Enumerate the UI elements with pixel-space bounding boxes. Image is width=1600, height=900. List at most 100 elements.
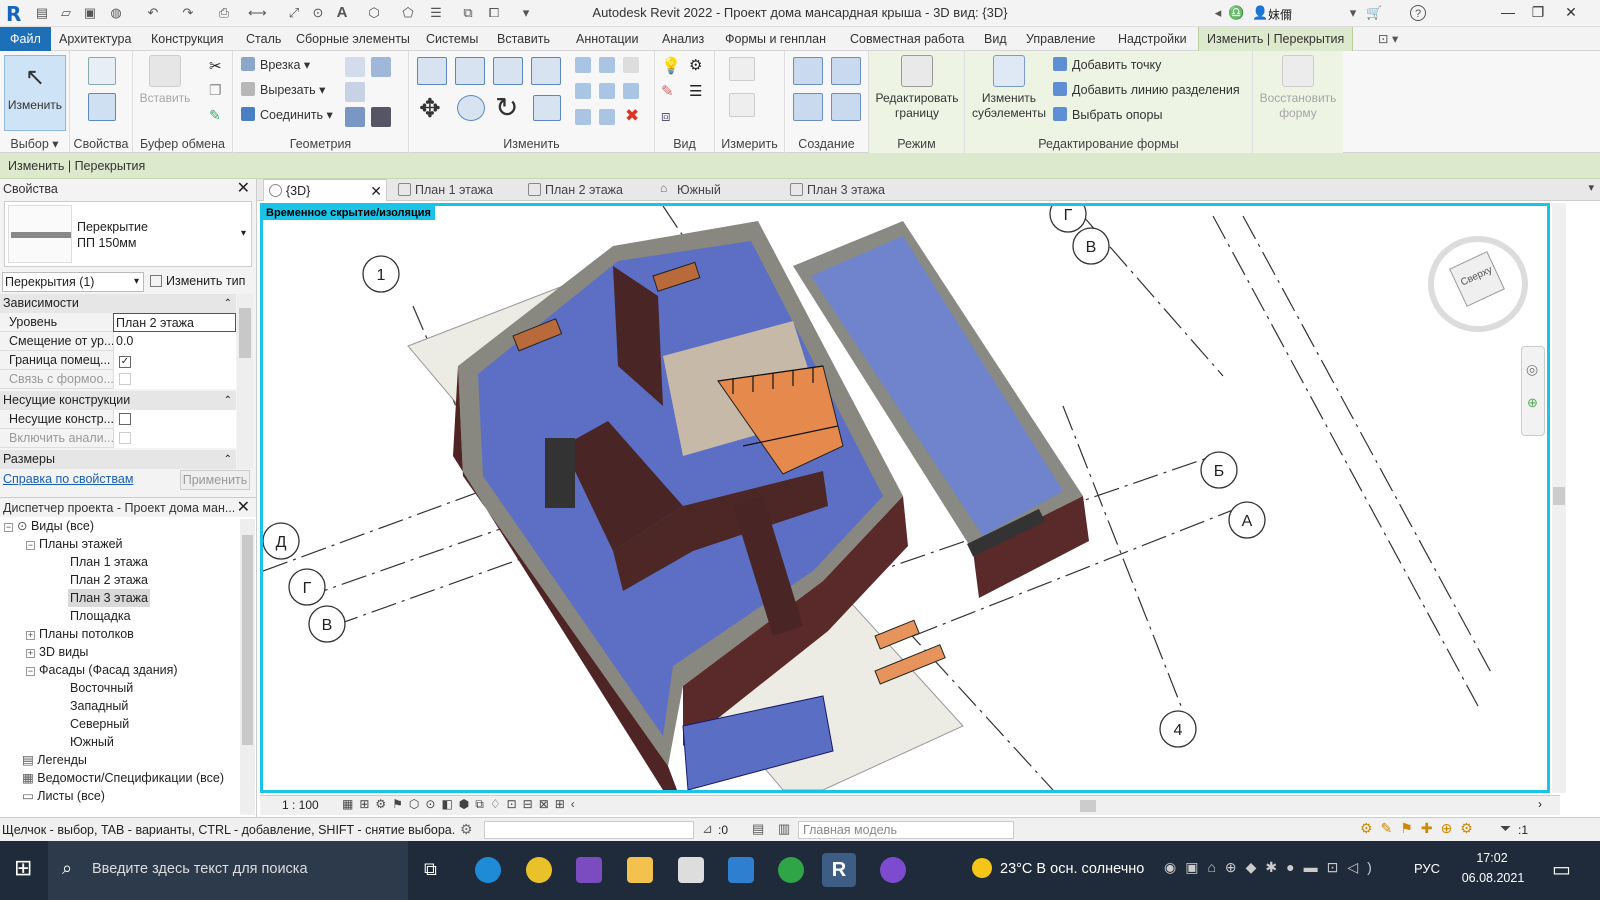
tab-structure[interactable]: Конструкция — [143, 27, 232, 51]
scale-icon[interactable] — [599, 83, 615, 99]
redo-icon[interactable]: ↷ — [180, 5, 196, 21]
wall-joins-icon[interactable] — [345, 82, 365, 102]
group-label-select[interactable]: Выбор ▾ — [0, 136, 69, 151]
scroll-right-icon[interactable]: › — [1538, 797, 1542, 811]
clock-time[interactable]: 17:02 — [1462, 851, 1522, 865]
tag-icon[interactable]: ⊙ — [310, 5, 326, 21]
modify-button[interactable]: ↖ Изменить — [4, 55, 66, 131]
task-view-icon[interactable]: ⧉ — [424, 859, 437, 880]
notifications-icon[interactable]: ▭ — [1552, 857, 1571, 882]
open-icon[interactable]: ▱ — [58, 5, 74, 21]
file-explorer-icon[interactable] — [627, 857, 653, 883]
match-type-icon[interactable]: ✎ — [209, 107, 221, 124]
category-constraints[interactable]: Зависимости ⌃ — [0, 294, 236, 313]
tree-sheets[interactable]: ▭ Листы (все) — [22, 787, 105, 805]
extend-icon[interactable] — [599, 109, 615, 125]
tab-modify-floors[interactable]: Изменить | Перекрытия — [1198, 27, 1354, 51]
add-point-button[interactable]: Добавить точку — [1053, 55, 1161, 75]
taskbar-search[interactable]: ⌕ Введите здесь текст для поиска — [48, 841, 408, 900]
room-bounding-checkbox[interactable]: ✓ — [119, 356, 131, 368]
array-icon[interactable] — [575, 83, 591, 99]
type-selector[interactable]: Перекрытие ПП 150мм ▾ — [4, 201, 252, 267]
tree-site[interactable]: Площадка — [68, 607, 133, 625]
tree-ceiling-plans[interactable]: + Планы потолков — [26, 625, 134, 643]
chimney[interactable] — [545, 438, 575, 508]
unpin-icon[interactable] — [623, 57, 639, 73]
tab-precast[interactable]: Сборные элементы — [288, 27, 418, 51]
main-model-select[interactable]: Главная модель — [798, 821, 1014, 839]
element-override-icon[interactable]: ☰ — [689, 82, 702, 100]
edit-boundary-button[interactable]: Редактировать границу — [873, 55, 961, 121]
revit-taskbar-icon[interactable]: R — [822, 853, 856, 887]
design-options-icon[interactable]: ▤ — [752, 821, 764, 837]
rotate-icon[interactable]: ↻ — [495, 91, 518, 124]
tree-north[interactable]: Северный — [68, 715, 131, 733]
measure-icon[interactable]: ⟷ — [248, 5, 267, 21]
dimension-icon-big[interactable] — [729, 93, 755, 117]
user-dropdown-icon[interactable]: ▾ — [1345, 5, 1361, 21]
properties-scrollbar[interactable] — [237, 294, 253, 469]
visual-studio-icon[interactable] — [576, 857, 602, 883]
tree-floor-plans[interactable]: − Планы этажей — [26, 535, 123, 553]
browser-scrollbar[interactable] — [240, 519, 255, 815]
tray-icons[interactable]: ◉▣⌂⊕◆✱●▬⊡◁) — [1164, 859, 1381, 876]
language-indicator[interactable]: РУС — [1414, 861, 1440, 876]
view-tab-3d[interactable]: {3D} ✕ — [263, 179, 387, 201]
weather-icon[interactable] — [972, 858, 992, 878]
print-icon[interactable]: ⎙ — [216, 5, 232, 21]
copy-elements-icon[interactable] — [457, 95, 485, 121]
user-icon[interactable]: 👤 — [1252, 5, 1268, 21]
tab-analyze[interactable]: Анализ — [654, 27, 712, 51]
paste-button[interactable]: Вставить — [139, 55, 191, 105]
start-icon[interactable]: ⊞ — [14, 855, 32, 881]
create-group-icon[interactable] — [793, 93, 823, 121]
nav-arrow-icon[interactable]: ◂ — [1210, 5, 1226, 21]
close-tab-icon[interactable]: ✕ — [370, 180, 382, 202]
add-split-line-button[interactable]: Добавить линию разделения — [1053, 80, 1240, 100]
pick-supports-button[interactable]: Выбрать опоры — [1053, 105, 1162, 125]
override-graphics-icon[interactable]: 💡 — [661, 56, 681, 76]
view-tab-plan-1[interactable]: План 1 этажа — [393, 179, 493, 201]
measure-icon-big[interactable] — [729, 57, 755, 81]
modify-subelements-button[interactable]: Изменить субэлементы — [969, 55, 1049, 121]
hide-icon[interactable]: ⚙ — [689, 56, 702, 74]
properties-help-link[interactable]: Справка по свойствам — [3, 472, 133, 486]
tab-massing[interactable]: Формы и генплан — [717, 27, 834, 51]
revit-logo-icon[interactable]: R — [6, 2, 21, 26]
main-model-icon[interactable]: ▥ — [778, 821, 790, 837]
cope-button[interactable]: Врезка ▾ — [241, 55, 310, 75]
customize-qat-icon[interactable]: ▾ — [518, 5, 534, 21]
sync-icon[interactable]: ◍ — [108, 5, 124, 21]
editing-requests-icon[interactable]: ⊿ — [702, 821, 713, 837]
tree-elevations[interactable]: − Фасады (Фасад здания) — [26, 661, 178, 679]
tab-systems[interactable]: Системы — [418, 27, 486, 51]
mirror-axis-icon[interactable] — [493, 57, 523, 85]
view-tab-south[interactable]: ⌂ Южный — [655, 179, 721, 201]
viewport-scrollbar[interactable] — [1552, 203, 1566, 793]
tree-plan-1[interactable]: План 1 этажа — [68, 553, 150, 571]
tab-file[interactable]: Файл — [0, 27, 51, 51]
tree-views-all[interactable]: − ⊙ Виды (все) — [4, 517, 94, 535]
chrome-icon[interactable] — [526, 857, 552, 883]
expand-toggle-icon[interactable]: + — [26, 631, 35, 640]
3d-viewport[interactable]: 1 В Д Г В Б А 4 Г Сверху ◎ ⊕ — [260, 203, 1550, 793]
mail-icon[interactable] — [728, 857, 754, 883]
tree-3d-views[interactable]: +3D виды — [26, 643, 88, 661]
hammer-icon[interactable] — [371, 107, 391, 127]
tab-architecture[interactable]: Архитектура — [51, 27, 139, 51]
offset-value[interactable]: 0.0 — [113, 332, 236, 351]
workset-select[interactable] — [484, 821, 694, 839]
undo-icon[interactable]: ↶ — [145, 5, 161, 21]
scroll-thumb[interactable] — [239, 308, 251, 358]
tab-steel[interactable]: Сталь — [238, 27, 289, 51]
filter-icon[interactable]: ⏷ — [1500, 820, 1511, 837]
worksets-icon[interactable]: ⚙ — [460, 821, 473, 838]
utorrent-icon[interactable] — [778, 857, 804, 883]
tab-annotate[interactable]: Аннотации — [568, 27, 646, 51]
browser-close-icon[interactable]: ✕ — [237, 498, 250, 518]
close-hidden-icon[interactable]: ⧉ — [460, 5, 476, 21]
split-icon[interactable] — [575, 57, 591, 73]
viewcube[interactable]: Сверху — [1428, 236, 1528, 336]
trim-multiple-icon[interactable] — [575, 109, 591, 125]
type-dropdown-icon[interactable]: ▾ — [241, 228, 246, 239]
